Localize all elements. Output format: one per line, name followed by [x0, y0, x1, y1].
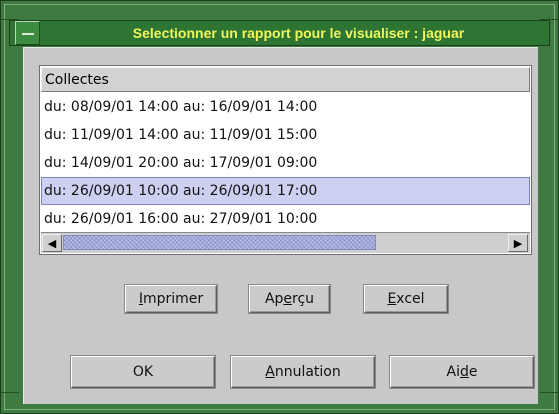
window-menu-button[interactable] [15, 21, 40, 45]
frame-corner-mark [1, 392, 19, 393]
excel-button[interactable]: Excel [364, 285, 448, 313]
scrollbar-thumb[interactable] [63, 235, 376, 250]
button-label: OK [132, 364, 154, 380]
mnemonic-letter: A [265, 364, 275, 380]
print-button[interactable]: Imprimer [125, 285, 217, 313]
button-label: mprimer [142, 291, 204, 307]
mnemonic-letter: E [387, 291, 397, 307]
button-label: rçu [292, 291, 315, 307]
list-item[interactable]: du: 14/09/01 20:00 au: 17/09/01 09:00 [41, 149, 530, 177]
dialog-window: Selectionner un rapport pour le visualis… [0, 0, 559, 414]
window-title: Selectionner un rapport pour le visualis… [132, 25, 465, 41]
button-label: e [468, 364, 478, 380]
help-button[interactable]: Aide [390, 356, 534, 388]
list-item-selected[interactable]: du: 26/09/01 10:00 au: 26/09/01 17:00 [41, 177, 530, 205]
column-header-collectes[interactable]: Collectes [41, 67, 530, 92]
button-label: Ap [264, 291, 284, 307]
ok-button[interactable]: OK [71, 356, 215, 388]
list-item[interactable]: du: 26/09/01 16:00 au: 27/09/01 10:00 [41, 205, 530, 233]
report-list[interactable]: Collectes du: 08/09/01 14:00 au: 16/09/0… [39, 65, 532, 255]
scroll-left-button[interactable]: ◀ [42, 234, 62, 252]
window-menu-icon [22, 33, 34, 35]
mnemonic-letter: e [283, 291, 293, 307]
frame-corner-mark [540, 392, 558, 393]
button-label: xcel [396, 291, 425, 307]
arrow-left-icon: ◀ [47, 237, 57, 250]
preview-button[interactable]: Aperçu [249, 285, 330, 313]
scroll-right-button[interactable]: ▶ [508, 234, 528, 252]
list-item[interactable]: du: 08/09/01 14:00 au: 16/09/01 14:00 [41, 93, 530, 121]
arrow-right-icon: ▶ [513, 237, 523, 250]
mnemonic-letter: d [459, 364, 469, 380]
horizontal-scrollbar[interactable]: ◀ ▶ [41, 232, 530, 253]
cancel-button[interactable]: Annulation [231, 356, 375, 388]
button-label: nnulation [274, 364, 341, 380]
button-label: Ai [446, 364, 460, 380]
list-item[interactable]: du: 11/09/01 14:00 au: 11/09/01 15:00 [41, 121, 530, 149]
